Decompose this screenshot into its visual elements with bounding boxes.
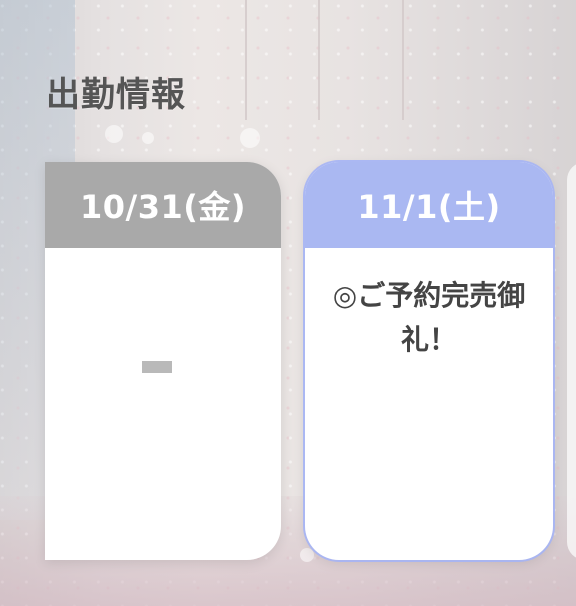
blossom-decoration [105, 125, 123, 143]
background-stripe [245, 0, 247, 120]
background-stripe [318, 0, 320, 120]
schedule-date-header: 11/1(土) [305, 162, 553, 248]
schedule-status-text: ◎ご予約完売御礼！ [332, 279, 526, 356]
schedule-card-nov-1[interactable]: 11/1(土) ◎ご予約完売御礼！ [305, 162, 553, 560]
schedule-date-header: 10/31(金) [45, 162, 281, 248]
blossom-decoration [300, 548, 314, 562]
blossom-decoration [142, 132, 154, 144]
schedule-card-oct-31[interactable]: 10/31(金) [45, 162, 281, 560]
schedule-card-peek[interactable] [567, 162, 576, 560]
blossom-decoration [240, 128, 260, 148]
background-stripe [402, 0, 404, 120]
no-schedule-dash [142, 361, 172, 373]
section-title: 出勤情報 [46, 75, 186, 115]
